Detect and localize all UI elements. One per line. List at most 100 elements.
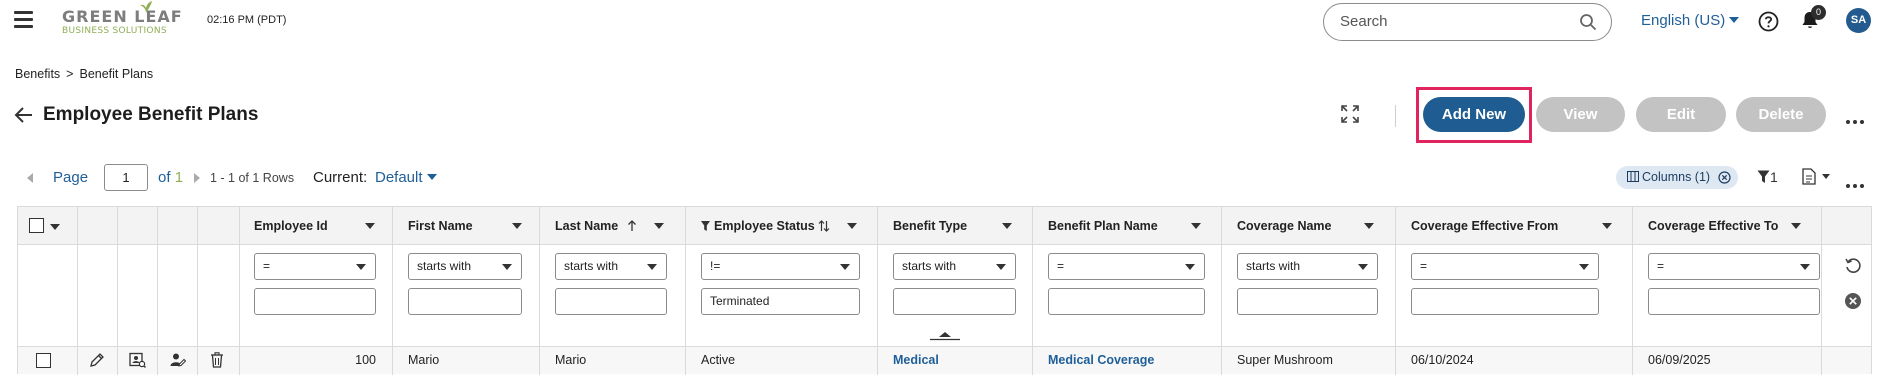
column-divider [1395, 207, 1396, 375]
filter-operator-last-name[interactable]: starts with [555, 253, 667, 280]
language-label: English (US) [1641, 12, 1726, 29]
data-grid: Employee Id First Name Last Name Employe… [17, 206, 1872, 375]
columns-chip-label: Columns (1) [1642, 170, 1711, 184]
columns-chip[interactable]: Columns (1) [1616, 166, 1738, 189]
page-total: of 1 [158, 169, 183, 186]
sort-ascending-icon[interactable] [627, 220, 637, 232]
chevron-down-icon[interactable] [1791, 223, 1801, 229]
filter-operator-value: = [1657, 259, 1665, 273]
filter-value-employee-id[interactable] [254, 288, 376, 315]
search-input[interactable] [1340, 13, 1560, 30]
export-button[interactable] [1802, 168, 1830, 188]
clear-filters-icon[interactable] [1844, 292, 1862, 310]
chevron-down-icon[interactable] [1364, 223, 1374, 229]
search-icon[interactable] [1579, 13, 1597, 31]
column-divider [685, 207, 686, 375]
page-title: Employee Benefit Plans [43, 104, 259, 125]
search-box[interactable] [1323, 3, 1612, 41]
more-options-icon[interactable] [1846, 176, 1867, 191]
chevron-down-icon[interactable] [365, 223, 375, 229]
chevron-down-icon[interactable] [847, 223, 857, 229]
next-page-icon[interactable] [194, 173, 200, 183]
chevron-down-icon [1821, 174, 1830, 179]
filter-value-benefit-plan-name[interactable] [1048, 288, 1205, 315]
previous-page-icon[interactable] [27, 173, 33, 183]
column-divider [239, 207, 240, 375]
filter-value-coverage-name[interactable] [1237, 288, 1378, 315]
page-number-input[interactable]: 1 [104, 164, 148, 191]
filter-value-first-name[interactable] [408, 288, 522, 315]
reset-filters-icon[interactable] [1844, 257, 1862, 275]
back-arrow-icon[interactable] [14, 106, 34, 124]
view-details-icon[interactable] [129, 352, 146, 368]
cell-employee-status: Active [701, 353, 736, 367]
filter-operator-employee-status[interactable]: != [701, 253, 860, 280]
header-benefit-plan-name[interactable]: Benefit Plan Name [1048, 207, 1158, 245]
filter-icon [701, 221, 710, 231]
header-employee-id[interactable]: Employee Id [254, 207, 328, 245]
cell-benefit-plan-name-link[interactable]: Medical Coverage [1048, 347, 1154, 374]
collapse-handle-icon[interactable] [930, 331, 960, 341]
notifications-button[interactable]: 0 [1801, 5, 1826, 33]
column-divider [1032, 207, 1033, 375]
filter-operator-value: starts with [564, 259, 619, 273]
breadcrumb-benefits[interactable]: Benefits [15, 67, 60, 81]
add-new-button[interactable]: Add New [1423, 97, 1525, 132]
filter-operator-coverage-name[interactable]: starts with [1237, 253, 1378, 280]
filter-toggle[interactable]: 1 [1757, 169, 1778, 185]
clock-time: 02:16 PM (PDT) [207, 14, 287, 26]
filter-value-last-name[interactable] [555, 288, 667, 315]
header-benefit-type[interactable]: Benefit Type [893, 207, 967, 245]
company-logo[interactable]: GREEN LEAF BUSINESS SOLUTIONS [62, 1, 190, 40]
chevron-down-icon [840, 264, 850, 270]
cell-first-name: Mario [408, 353, 440, 367]
chevron-down-icon[interactable] [512, 223, 522, 229]
row-checkbox[interactable] [36, 353, 51, 368]
header-employee-status[interactable]: Employee Status [714, 207, 815, 245]
trash-icon[interactable] [210, 352, 224, 368]
chevron-down-icon[interactable] [1191, 223, 1201, 229]
user-avatar[interactable]: SA [1846, 8, 1871, 33]
sort-unsorted-icon[interactable] [818, 220, 830, 232]
column-divider [1221, 207, 1222, 375]
filter-value-benefit-type[interactable] [893, 288, 1016, 315]
filter-operator-employee-id[interactable]: = [254, 253, 376, 280]
filter-operator-coverage-effective-from[interactable]: = [1411, 253, 1599, 280]
pencil-icon[interactable] [89, 352, 105, 368]
filter-operator-coverage-effective-to[interactable]: = [1648, 253, 1820, 280]
chevron-down-icon[interactable] [1002, 223, 1012, 229]
edit-employee-icon[interactable] [169, 352, 186, 368]
language-selector[interactable]: English (US) [1641, 12, 1740, 29]
filter-value-employee-status[interactable]: Terminated [701, 288, 860, 315]
select-all-checkbox[interactable] [29, 218, 44, 233]
delete-button[interactable]: Delete [1736, 97, 1826, 132]
view-selector[interactable]: Default [375, 169, 437, 186]
cell-benefit-type-link[interactable]: Medical [893, 347, 939, 374]
header-coverage-name[interactable]: Coverage Name [1237, 207, 1332, 245]
header-coverage-effective-from[interactable]: Coverage Effective From [1411, 207, 1558, 245]
header-coverage-effective-to[interactable]: Coverage Effective To [1648, 207, 1778, 245]
header-first-name[interactable]: First Name [408, 207, 473, 245]
help-icon[interactable] [1758, 11, 1779, 32]
chevron-down-icon[interactable] [1602, 223, 1612, 229]
filter-operator-value: starts with [902, 259, 957, 273]
chevron-down-icon[interactable] [50, 224, 60, 230]
filter-operator-value: != [710, 259, 721, 273]
view-button[interactable]: View [1536, 97, 1625, 132]
cell-coverage-name: Super Mushroom [1237, 353, 1333, 367]
more-actions-icon[interactable] [1846, 112, 1867, 127]
clear-columns-icon[interactable] [1718, 171, 1731, 184]
column-divider [77, 207, 78, 375]
filter-operator-benefit-plan-name[interactable]: = [1048, 253, 1205, 280]
column-divider [197, 207, 198, 375]
chevron-down-icon[interactable] [654, 223, 664, 229]
edit-button[interactable]: Edit [1636, 97, 1726, 132]
filter-operator-value: = [1057, 259, 1065, 273]
filter-value-coverage-effective-from[interactable] [1411, 288, 1599, 315]
fullscreen-icon[interactable] [1340, 104, 1360, 124]
menu-icon[interactable] [14, 11, 33, 29]
filter-operator-first-name[interactable]: starts with [408, 253, 522, 280]
filter-operator-benefit-type[interactable]: starts with [893, 253, 1016, 280]
filter-value-coverage-effective-to[interactable] [1648, 288, 1820, 315]
header-last-name[interactable]: Last Name [555, 207, 618, 245]
